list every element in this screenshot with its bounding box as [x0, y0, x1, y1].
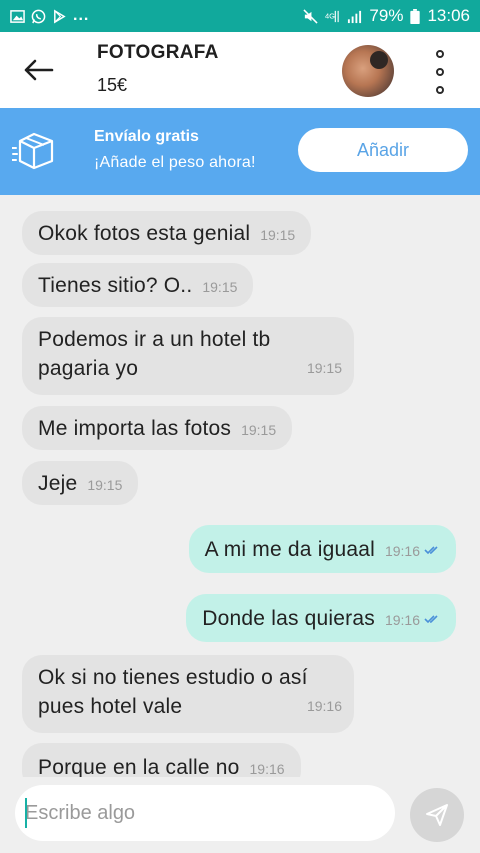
send-button[interactable] [410, 788, 464, 842]
message-incoming: Podemos ir a un hotel tb pagaria yo 19:1… [22, 317, 354, 395]
mute-icon [303, 8, 319, 24]
shipping-box-icon [12, 132, 54, 170]
message-time: 19:15 [260, 227, 296, 243]
message-text: Podemos ir a un hotel tb pagaria yo [38, 328, 271, 380]
item-title[interactable]: FOTOGRAFA [97, 42, 219, 64]
whatsapp-icon [31, 9, 46, 23]
message-time: 19:16 [249, 761, 285, 777]
message-text: Donde las quieras [202, 607, 375, 630]
svg-text:4G: 4G [325, 11, 335, 20]
message-outgoing: A mi me da iguaal 19:16 [188, 525, 456, 573]
4g-icon: 4G [325, 10, 340, 22]
message-incoming: Ok si no tienes estudio o así pues hotel… [22, 655, 354, 733]
message-incoming: Me importa las fotos 19:15 [22, 406, 293, 450]
message-time: 19:15 [241, 422, 277, 438]
status-bar: ... 4G 79% 13:06 [0, 0, 480, 32]
read-receipt-icon [424, 615, 438, 624]
clock: 13:06 [427, 6, 470, 25]
add-weight-button[interactable]: Añadir [298, 128, 468, 172]
chat-header: FOTOGRAFA 15€ [0, 32, 480, 108]
message-incoming: Okok fotos esta genial 19:15 [22, 211, 312, 255]
play-store-icon [54, 9, 66, 23]
image-icon [10, 9, 25, 23]
message-list[interactable]: Okok fotos esta genial 19:15 Tienes sitio… [0, 195, 480, 777]
message-time: 19:16 [384, 543, 420, 559]
message-text: Okok fotos esta genial [38, 222, 251, 245]
more-notifications: ... [73, 7, 90, 24]
message-time: 19:16 [306, 698, 342, 714]
message-text: Tienes sitio? O.. [38, 274, 193, 297]
message-time: 19:15 [306, 360, 342, 376]
message-text: Me importa las fotos [38, 417, 232, 440]
message-text: Porque en la calle no [38, 756, 240, 777]
send-icon [426, 804, 448, 826]
shipping-promo-banner: Envíalo gratis ¡Añade el peso ahora! Aña… [0, 108, 480, 195]
text-cursor [25, 798, 27, 828]
message-text: Ok si no tienes estudio o así pues hotel… [38, 666, 308, 718]
read-receipt-icon [424, 546, 438, 555]
back-arrow-icon[interactable] [20, 52, 56, 88]
signal-icon [348, 10, 362, 23]
message-text: A mi me da iguaal [204, 538, 375, 561]
battery-percent: 79% [369, 6, 404, 25]
message-input[interactable] [15, 785, 395, 841]
avatar[interactable] [342, 45, 394, 97]
item-price: 15€ [97, 75, 128, 95]
message-incoming: Tienes sitio? O.. 19:15 [22, 263, 254, 307]
message-time: 19:15 [87, 477, 123, 493]
message-incoming: Jeje 19:15 [22, 461, 139, 505]
message-text: Jeje [38, 472, 78, 495]
promo-title: Envíalo gratis [94, 128, 199, 145]
message-incoming: Porque en la calle no 19:16 [22, 743, 301, 777]
message-time: 19:15 [202, 279, 238, 295]
message-composer [0, 777, 480, 853]
message-time: 19:16 [384, 612, 420, 628]
battery-icon [410, 8, 421, 24]
message-outgoing: Donde las quieras 19:16 [186, 594, 456, 642]
more-vertical-icon[interactable] [430, 50, 450, 94]
promo-subtitle: ¡Añade el peso ahora! [94, 154, 256, 171]
